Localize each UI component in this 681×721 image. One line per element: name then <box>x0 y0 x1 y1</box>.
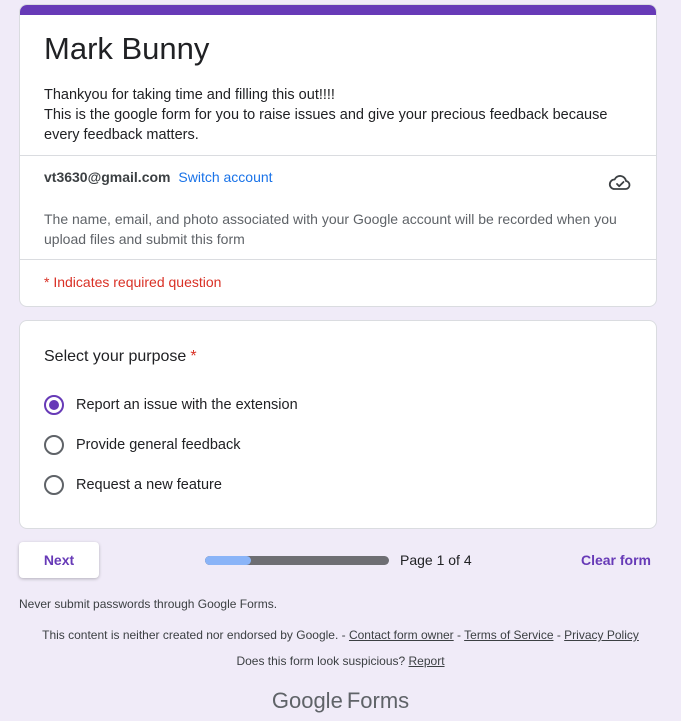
progress-bar-fill <box>205 556 251 565</box>
progress-bar <box>205 556 389 565</box>
option-label: Report an issue with the extension <box>76 397 298 413</box>
recording-notice: The name, email, and photo associated wi… <box>44 211 617 247</box>
radio-option-general-feedback[interactable]: Provide general feedback <box>44 434 240 456</box>
header-accent-bar <box>20 5 656 15</box>
google-forms-logo[interactable]: Google Forms <box>0 688 681 714</box>
endorsement-disclaimer: This content is neither created nor endo… <box>0 628 681 642</box>
question-title: Select your purpose * <box>44 348 197 366</box>
suspicious-prompt: Does this form look suspicious? Report <box>0 654 681 668</box>
suspicious-text: Does this form look suspicious? <box>236 654 409 668</box>
privacy-link[interactable]: Privacy Policy <box>564 628 639 642</box>
separator: - <box>453 628 465 642</box>
clear-form-button[interactable]: Clear form <box>581 552 651 568</box>
radio-checked-icon[interactable] <box>44 395 64 415</box>
report-link[interactable]: Report <box>409 654 445 668</box>
question-title-text: Select your purpose <box>44 348 187 365</box>
required-note: * Indicates required question <box>44 274 222 290</box>
password-warning: Never submit passwords through Google Fo… <box>19 597 278 611</box>
divider <box>20 259 656 260</box>
option-label: Request a new feature <box>76 477 222 493</box>
description-line-2: This is the google form for you to raise… <box>44 107 608 143</box>
radio-unchecked-icon[interactable] <box>44 435 64 455</box>
contact-owner-link[interactable]: Contact form owner <box>349 628 454 642</box>
form-title: Mark Bunny <box>44 31 210 66</box>
page-indicator: Page 1 of 4 <box>400 552 472 568</box>
radio-option-new-feature[interactable]: Request a new feature <box>44 474 222 496</box>
switch-account-link[interactable]: Switch account <box>178 169 272 185</box>
next-button[interactable]: Next <box>19 542 99 578</box>
radio-option-report-issue[interactable]: Report an issue with the extension <box>44 394 298 416</box>
logo-google-text: Google <box>271 688 343 713</box>
logo-forms-text: Forms <box>346 688 410 713</box>
separator: - <box>553 628 565 642</box>
account-row: vt3630@gmail.com Switch account <box>44 169 273 185</box>
description-line-1: Thankyou for taking time and filling thi… <box>44 87 335 103</box>
required-star: * <box>190 348 197 365</box>
radio-unchecked-icon[interactable] <box>44 475 64 495</box>
cloud-saved-icon <box>608 175 631 190</box>
question-card: Select your purpose * Report an issue wit… <box>19 320 657 529</box>
divider <box>20 155 656 156</box>
option-label: Provide general feedback <box>76 437 241 453</box>
account-email: vt3630@gmail.com <box>44 169 171 185</box>
form-description: Thankyou for taking time and filling thi… <box>44 85 634 145</box>
endorse-text: This content is neither created nor endo… <box>42 628 349 642</box>
form-header-card: Mark Bunny Thankyou for taking time and … <box>19 4 657 307</box>
terms-link[interactable]: Terms of Service <box>464 628 553 642</box>
